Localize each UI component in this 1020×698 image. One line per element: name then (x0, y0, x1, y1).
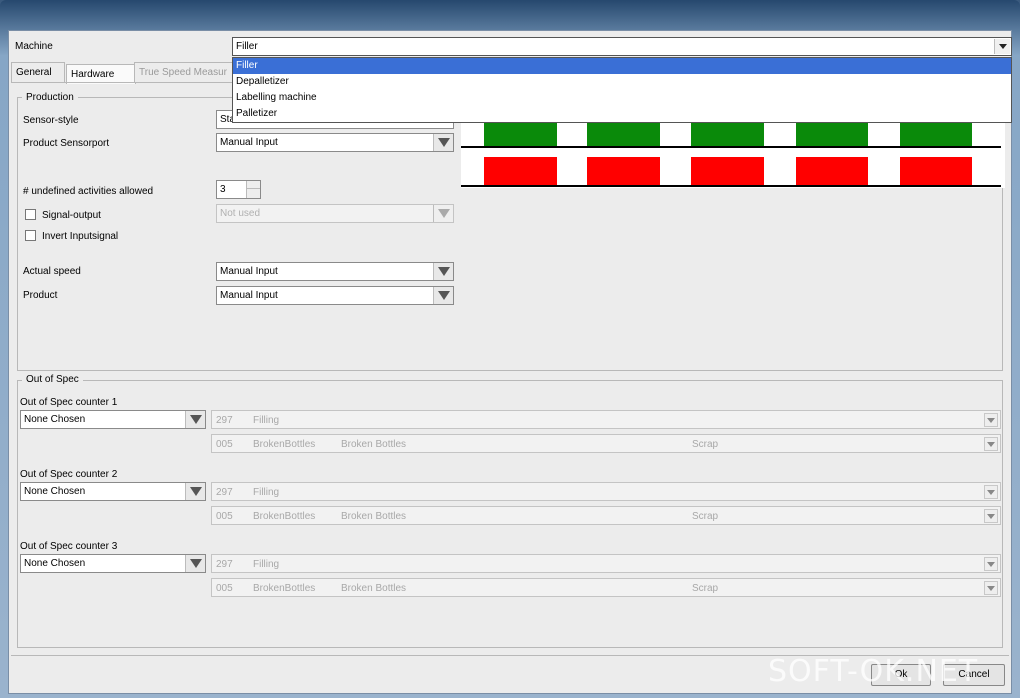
oos-counter-3-label: Out of Spec counter 3 (20, 541, 118, 552)
oos-counter-3-value: None Chosen (24, 558, 86, 569)
oos-counter-2-detail[interactable]: 005 BrokenBottles Broken Bottles Scrap (211, 506, 1001, 525)
chevron-down-icon[interactable] (433, 287, 453, 304)
oos-1-detail-desc: Broken Bottles (341, 439, 407, 450)
red-pulse (691, 157, 764, 186)
chevron-down-icon[interactable] (984, 557, 998, 571)
machine-label: Machine (15, 41, 53, 52)
sensor-style-label: Sensor-style (23, 115, 79, 126)
dialog-client-area: Machine Filler General Hardware True Spe… (8, 30, 1012, 694)
spin-up-icon[interactable] (246, 181, 260, 189)
machine-select[interactable]: Filler (232, 37, 1012, 56)
chevron-down-icon[interactable] (185, 411, 205, 428)
chevron-down-icon[interactable] (185, 555, 205, 572)
machine-select-value: Filler (236, 41, 258, 52)
oos-3-code: 297 (216, 559, 233, 570)
oos-3-detail-desc: Broken Bottles (341, 583, 407, 594)
signal-output-select[interactable]: Not used (216, 204, 454, 223)
baseline (461, 185, 1001, 187)
actual-speed-select[interactable]: Manual Input (216, 262, 454, 281)
tab-general[interactable]: General (11, 62, 65, 82)
red-pulse (900, 157, 972, 186)
oos-3-detail-short: BrokenBottles (253, 583, 316, 594)
oos-counter-3-select[interactable]: None Chosen (20, 554, 206, 573)
product-sensorport-label: Product Sensorport (23, 138, 110, 149)
chevron-down-icon[interactable] (433, 134, 453, 151)
oos-counter-2-reason[interactable]: 297 Filling (211, 482, 1001, 501)
oos-counter-1-reason[interactable]: 297 Filling (211, 410, 1001, 429)
oos-counter-1-select[interactable]: None Chosen (20, 410, 206, 429)
oos-2-detail-code: 005 (216, 511, 233, 522)
invert-inputsignal-label: Invert Inputsignal (42, 231, 119, 242)
red-pulse (484, 157, 557, 186)
production-title: Production (22, 92, 78, 103)
tab-true-speed-measurement[interactable]: True Speed Measur (134, 62, 234, 82)
chevron-down-icon[interactable] (984, 581, 998, 595)
oos-2-detail-short: BrokenBottles (253, 511, 316, 522)
oos-counter-2-value: None Chosen (24, 486, 86, 497)
chevron-down-icon[interactable] (433, 263, 453, 280)
red-pulse (796, 157, 868, 186)
chevron-down-icon[interactable] (433, 205, 453, 222)
watermark: SOFT-OK.NET (768, 654, 979, 689)
baseline (461, 146, 1001, 148)
chevron-down-icon[interactable] (984, 509, 998, 523)
actual-speed-value: Manual Input (220, 266, 278, 277)
product-sensorport-select[interactable]: Manual Input (216, 133, 454, 152)
chevron-down-icon[interactable] (984, 413, 998, 427)
oos-counter-1-detail[interactable]: 005 BrokenBottles Broken Bottles Scrap (211, 434, 1001, 453)
oos-counter-2-select[interactable]: None Chosen (20, 482, 206, 501)
green-pulse (587, 122, 660, 147)
green-pulse (900, 122, 972, 147)
tab-hardware[interactable]: Hardware (66, 64, 136, 84)
undefined-activities-label: # undefined activities allowed (23, 186, 154, 197)
signal-output-label: Signal-output (42, 210, 101, 221)
oos-2-name: Filling (253, 487, 280, 498)
spin-down-icon[interactable] (246, 189, 260, 198)
chevron-down-icon[interactable] (994, 39, 1010, 54)
invert-inputsignal-checkbox[interactable] (25, 230, 36, 241)
red-pulse (587, 157, 660, 186)
machine-option-depalletizer[interactable]: Depalletizer (233, 74, 1011, 90)
product-sensorport-value: Manual Input (220, 137, 278, 148)
oos-3-detail-code: 005 (216, 583, 233, 594)
oos-counter-1-label: Out of Spec counter 1 (20, 397, 118, 408)
machine-dropdown-list: Filler Depalletizer Labelling machine Pa… (232, 57, 1012, 123)
oos-2-detail-desc: Broken Bottles (341, 511, 407, 522)
oos-3-detail-category: Scrap (692, 583, 719, 594)
product-value: Manual Input (220, 290, 278, 301)
signal-output-checkbox[interactable] (25, 209, 36, 220)
oos-counter-2-label: Out of Spec counter 2 (20, 469, 118, 480)
out-of-spec-title: Out of Spec (22, 374, 83, 385)
oos-counter-1-value: None Chosen (24, 414, 86, 425)
chevron-down-icon[interactable] (984, 485, 998, 499)
machine-option-labelling-machine[interactable]: Labelling machine (233, 90, 1011, 106)
green-pulse (796, 122, 868, 147)
oos-1-detail-code: 005 (216, 439, 233, 450)
oos-1-detail-category: Scrap (692, 439, 719, 450)
oos-counter-3-reason[interactable]: 297 Filling (211, 554, 1001, 573)
oos-counter-3-detail[interactable]: 005 BrokenBottles Broken Bottles Scrap (211, 578, 1001, 597)
product-select[interactable]: Manual Input (216, 286, 454, 305)
product-label: Product (23, 290, 58, 301)
machine-option-filler[interactable]: Filler (233, 58, 1011, 74)
oos-1-detail-short: BrokenBottles (253, 439, 316, 450)
undefined-activities-value: 3 (220, 184, 226, 195)
green-pulse (484, 122, 557, 147)
signal-output-value: Not used (220, 208, 261, 219)
chevron-down-icon[interactable] (185, 483, 205, 500)
oos-3-name: Filling (253, 559, 280, 570)
chevron-down-icon[interactable] (984, 437, 998, 451)
oos-2-detail-category: Scrap (692, 511, 719, 522)
oos-1-name: Filling (253, 415, 280, 426)
undefined-activities-spinner[interactable]: 3 (216, 180, 261, 199)
green-pulse (691, 122, 764, 147)
actual-speed-label: Actual speed (23, 266, 81, 277)
oos-1-code: 297 (216, 415, 233, 426)
oos-2-code: 297 (216, 487, 233, 498)
machine-option-palletizer[interactable]: Palletizer (233, 106, 1011, 122)
